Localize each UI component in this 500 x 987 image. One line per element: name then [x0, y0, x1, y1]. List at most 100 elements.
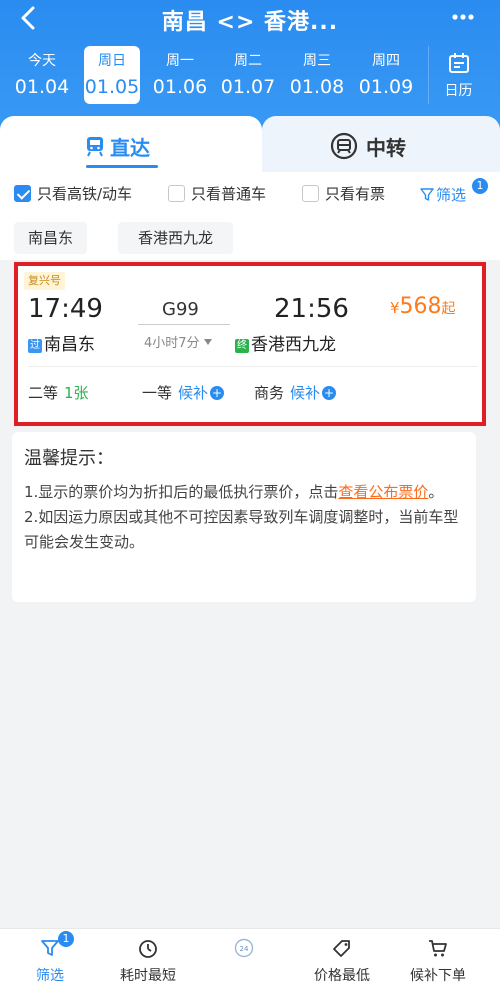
- transfer-icon: [330, 132, 358, 160]
- filter-high-speed[interactable]: 只看高铁/动车: [14, 184, 132, 204]
- shortest-duration-label: 耗时最短: [120, 968, 176, 984]
- seat-count: 1张: [64, 384, 89, 402]
- filter-regular-label: 只看普通车: [191, 185, 267, 203]
- waitlist-label: 候补: [290, 384, 321, 402]
- date-item-active[interactable]: 周日 01.05: [84, 46, 140, 104]
- date-value: 01.09: [358, 76, 414, 98]
- date-selector: 今天 01.04 周日 01.05 周一 01.06 周二 01.07 周三 0…: [12, 46, 414, 104]
- tip-1-prefix: 1.显示的票价均为折扣后的最低执行票价，点击: [24, 483, 339, 501]
- station-chip-origin[interactable]: 南昌东: [14, 222, 88, 254]
- train-type-badge: 复兴号: [24, 272, 65, 290]
- seat-class-label: 二等: [28, 384, 59, 402]
- date-weekday: 周一: [166, 53, 194, 69]
- tab-transfer-label: 中转: [366, 136, 406, 160]
- 24h-icon-text: 24: [240, 945, 249, 953]
- cart-icon: [429, 940, 447, 957]
- waitlist-label: 候补: [178, 384, 209, 402]
- calendar-label: 日历: [444, 83, 473, 99]
- plus-icon: +: [210, 386, 225, 400]
- arrive-station-name: 香港西九龙: [251, 335, 336, 355]
- view-published-fare-link[interactable]: 查看公布票价: [338, 483, 428, 501]
- date-item[interactable]: 周二 01.07: [220, 46, 276, 104]
- seat-class-label: 一等: [142, 384, 173, 402]
- 24h-icon: 24: [234, 938, 254, 958]
- date-weekday: 周日: [98, 53, 126, 69]
- seat-business-class[interactable]: 商务 候补 +: [254, 382, 337, 403]
- tab-direct[interactable]: 直达: [0, 116, 262, 176]
- checkbox[interactable]: [168, 185, 185, 202]
- pass-tag: 过: [28, 339, 42, 353]
- bottom-filter-button[interactable]: 筛选 1: [0, 929, 100, 987]
- tip-line-2: 2.如因运力原因或其他不可控因素导致列车调度调整时，当前车型可能会发生变动。: [24, 508, 459, 551]
- tab-transfer[interactable]: 中转: [262, 116, 500, 176]
- 24h-button[interactable]: 24: [194, 929, 294, 987]
- date-weekday: 周三: [303, 53, 331, 69]
- terminal-tag: 终: [235, 339, 249, 353]
- duration-text: 4小时7分: [144, 336, 200, 351]
- seat-second-class: 二等 1张: [28, 382, 89, 403]
- date-weekday: 今天: [28, 53, 56, 69]
- date-value: 01.06: [152, 76, 208, 98]
- date-value: 01.04: [14, 76, 70, 98]
- calendar-button[interactable]: 日历: [428, 46, 488, 104]
- price-currency: ¥: [390, 299, 400, 317]
- page-title: 南昌 <> 香港...: [161, 10, 339, 35]
- date-item[interactable]: 今天 01.04: [14, 46, 70, 104]
- lowest-price-label: 价格最低: [314, 968, 370, 984]
- train-number: G99: [162, 299, 199, 320]
- date-weekday: 周二: [234, 53, 262, 69]
- seat-class-label: 商务: [254, 384, 285, 402]
- train-card[interactable]: 复兴号 17:49 G99 4小时7分 21:56 ¥568起 过南昌东 终香港…: [14, 262, 486, 426]
- date-item[interactable]: 周一 01.06: [152, 46, 208, 104]
- depart-time: 17:49: [28, 294, 103, 324]
- checkbox[interactable]: [302, 185, 319, 202]
- duration-divider: [138, 324, 230, 325]
- filter-available-label: 只看有票: [325, 185, 386, 203]
- filter-available[interactable]: 只看有票: [302, 184, 385, 204]
- date-item[interactable]: 周四 01.09: [358, 46, 414, 104]
- screen-badge: 1: [472, 178, 488, 194]
- tip-line-1: 1.显示的票价均为折扣后的最低执行票价，点击查看公布票价。: [24, 480, 464, 505]
- bottom-filter-label: 筛选: [36, 968, 64, 984]
- screen-button[interactable]: 筛选: [420, 184, 466, 205]
- filter-regular[interactable]: 只看普通车: [168, 184, 266, 204]
- depart-station: 过南昌东: [28, 330, 95, 355]
- calendar-icon: [448, 53, 469, 73]
- arrive-time: 21:56: [274, 294, 349, 324]
- bottom-filter-badge: 1: [58, 931, 74, 947]
- price-suffix: 起: [441, 301, 456, 317]
- route-tabs: 中转 直达: [0, 116, 500, 176]
- card-divider: [28, 366, 478, 367]
- depart-station-name: 南昌东: [44, 335, 95, 355]
- tips-body: 1.显示的票价均为折扣后的最低执行票价，点击查看公布票价。 2.如因运力原因或其…: [24, 480, 464, 555]
- waitlist-order-label: 候补下单: [410, 968, 466, 984]
- tips-title: 温馨提示：: [24, 448, 114, 469]
- filter-high-speed-label: 只看高铁/动车: [37, 185, 133, 203]
- active-tab-indicator: [86, 165, 158, 168]
- tab-direct-label: 直达: [110, 136, 150, 160]
- bottom-toolbar: 筛选 1 耗时最短 24 价格最低 候补下单: [0, 928, 500, 987]
- clock-icon: [139, 940, 157, 958]
- date-value: 01.08: [289, 76, 345, 98]
- price-tag-icon: [333, 940, 350, 957]
- filter-row: 只看高铁/动车 只看普通车 只看有票 筛选 1: [0, 172, 500, 216]
- caret-down-icon: [203, 339, 212, 345]
- waitlist-order-button[interactable]: 候补下单: [388, 929, 488, 987]
- tip-1-suffix: 。: [428, 483, 444, 501]
- date-weekday: 周四: [372, 53, 400, 69]
- checkbox-checked[interactable]: [14, 185, 31, 202]
- station-chip-row: 南昌东 香港西九龙: [0, 216, 500, 260]
- date-value: 01.07: [220, 76, 276, 98]
- station-chip-destination[interactable]: 香港西九龙: [118, 222, 234, 254]
- date-item[interactable]: 周三 01.08: [289, 46, 345, 104]
- lowest-price-button[interactable]: 价格最低: [292, 929, 392, 987]
- filter-icon: [420, 188, 434, 201]
- price-value: 568: [399, 294, 442, 319]
- screen-label: 筛选: [436, 186, 467, 204]
- seat-first-class[interactable]: 一等 候补 +: [142, 382, 225, 403]
- shortest-duration-button[interactable]: 耗时最短: [98, 929, 198, 987]
- more-button[interactable]: [450, 4, 476, 30]
- plus-icon: +: [322, 386, 337, 400]
- price: ¥568起: [390, 294, 456, 319]
- duration[interactable]: 4小时7分: [144, 332, 212, 351]
